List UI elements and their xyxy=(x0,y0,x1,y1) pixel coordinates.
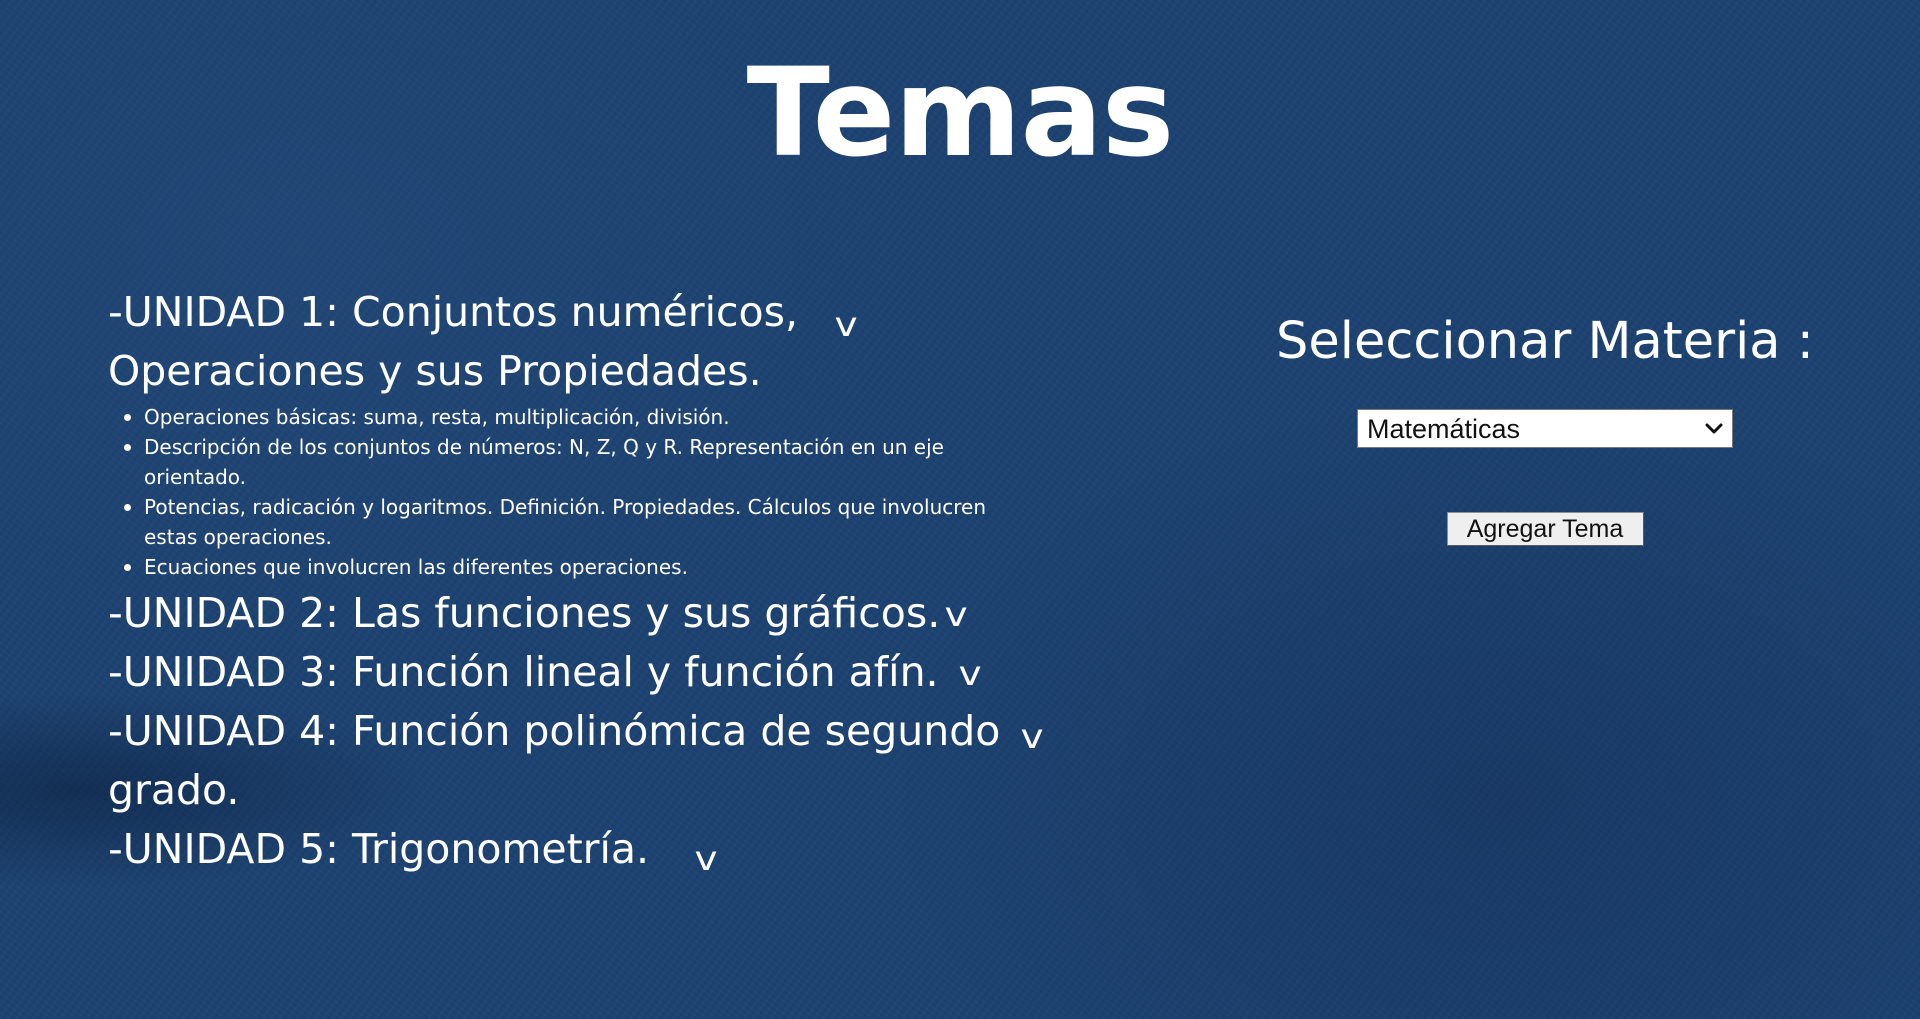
add-topic-button[interactable]: Agregar Tema xyxy=(1446,512,1644,546)
chevron-down-icon[interactable]: v xyxy=(958,657,981,691)
unit-header[interactable]: -UNIDAD 3: Función lineal y función afín… xyxy=(108,643,1068,702)
unit-header[interactable]: -UNIDAD 5: Trigonometría. v xyxy=(108,820,1068,879)
subject-select[interactable]: Matemáticas xyxy=(1357,409,1733,448)
subtopic-item: Operaciones básicas: suma, resta, multip… xyxy=(124,402,1014,432)
chevron-down-icon[interactable]: v xyxy=(834,308,857,342)
unit-item: -UNIDAD 3: Función lineal y función afín… xyxy=(108,643,1068,702)
unit-title: -UNIDAD 5: Trigonometría. xyxy=(108,825,650,873)
subtopic-list: Operaciones básicas: suma, resta, multip… xyxy=(108,402,1014,582)
chevron-down-icon[interactable]: v xyxy=(1020,720,1043,754)
unit-item: -UNIDAD 4: Función polinómica de segundo… xyxy=(108,702,1068,820)
chevron-down-icon xyxy=(1705,423,1723,434)
unit-title: -UNIDAD 3: Función lineal y función afín… xyxy=(108,648,939,696)
select-subject-title: Seleccionar Materia : xyxy=(1276,312,1814,371)
subject-panel: Seleccionar Materia : Matemáticas Agrega… xyxy=(1230,307,1860,546)
unit-header[interactable]: -UNIDAD 2: Las funciones y sus gráficos.… xyxy=(108,584,1068,643)
chevron-down-icon[interactable]: v xyxy=(944,598,967,632)
unit-item: -UNIDAD 2: Las funciones y sus gráficos.… xyxy=(108,584,1068,643)
unit-header[interactable]: -UNIDAD 1: Conjuntos numéricos, Operacio… xyxy=(108,283,1068,401)
unit-title: -UNIDAD 4: Función polinómica de segundo… xyxy=(108,707,1001,814)
subtopic-item: Ecuaciones que involucren las diferentes… xyxy=(124,552,1014,582)
unit-title: -UNIDAD 1: Conjuntos numéricos, Operacio… xyxy=(108,288,799,395)
unit-item: -UNIDAD 1: Conjuntos numéricos, Operacio… xyxy=(108,283,1068,582)
subject-select-value: Matemáticas xyxy=(1367,414,1521,444)
chevron-down-icon[interactable]: v xyxy=(694,842,717,876)
unit-title: -UNIDAD 2: Las funciones y sus gráficos. xyxy=(108,589,941,637)
subtopic-item: Potencias, radicación y logaritmos. Defi… xyxy=(124,492,1014,552)
units-list: -UNIDAD 1: Conjuntos numéricos, Operacio… xyxy=(108,283,1068,879)
unit-header[interactable]: -UNIDAD 4: Función polinómica de segundo… xyxy=(108,702,1068,820)
page-title: Temas xyxy=(746,42,1175,184)
unit-item: -UNIDAD 5: Trigonometría. v xyxy=(108,820,1068,879)
subtopic-item: Descripción de los conjuntos de números:… xyxy=(124,432,1014,492)
